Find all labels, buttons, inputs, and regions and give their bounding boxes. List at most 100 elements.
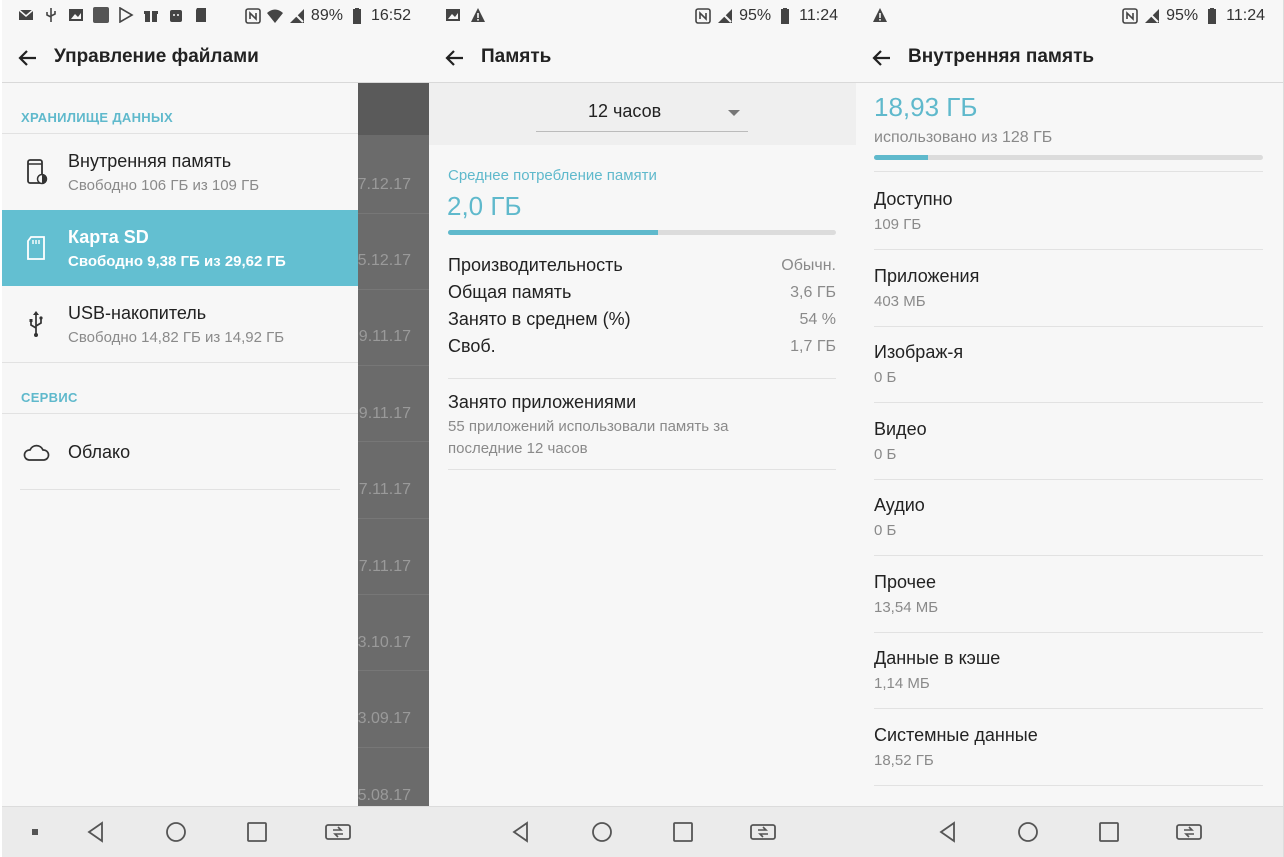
category-value: 403 МБ xyxy=(874,293,926,310)
period-dropdown[interactable]: 12 часов xyxy=(536,95,748,132)
home-nav-icon[interactable] xyxy=(590,820,614,844)
apps-usage-description: 55 приложений использовали память за пос… xyxy=(448,418,729,457)
drawer-item-internal-storage[interactable]: Внутренняя память Свободно 106 ГБ из 109… xyxy=(2,134,358,210)
storage-category-row[interactable]: Доступно 109 ГБ xyxy=(874,173,1263,250)
sd-card-icon xyxy=(27,236,45,260)
storage-usage-bar-fill xyxy=(874,155,929,160)
internal-storage-screen: 95% 11:24 Внутренняя память 18,93 ГБ исп… xyxy=(856,0,1284,857)
signal-off-icon xyxy=(718,9,733,23)
drawer-item-label: Карта SD xyxy=(68,227,149,247)
apps-usage-title: Занято приложениями xyxy=(448,392,637,412)
storage-category-row[interactable]: Приложения 403 МБ xyxy=(874,250,1263,327)
list-item-date: 9.11.17 xyxy=(358,328,411,345)
image-icon xyxy=(446,9,460,21)
category-label: Видео xyxy=(874,419,927,439)
navigation-bar xyxy=(2,806,429,857)
storage-category-row[interactable]: Изображ-я 0 Б xyxy=(874,326,1263,403)
dual-window-icon[interactable] xyxy=(325,820,351,844)
drawer-item-usb-storage[interactable]: USB-накопитель Свободно 14,82 ГБ из 14,9… xyxy=(2,286,358,362)
back-arrow-icon[interactable] xyxy=(870,46,894,70)
phone-storage-icon xyxy=(27,159,48,185)
divider xyxy=(20,489,340,490)
list-item-date: 5.08.17 xyxy=(357,787,411,804)
stat-label: Занято в среднем (%) xyxy=(448,309,631,329)
drawer-item-subtitle: Свободно 106 ГБ из 109 ГБ xyxy=(68,177,260,194)
app-bar: Внутренняя память xyxy=(856,34,1283,83)
battery-icon xyxy=(781,8,790,24)
clock: 11:24 xyxy=(799,7,838,24)
divider xyxy=(448,469,836,470)
page-title: Управление файлами xyxy=(54,46,259,67)
nfc-icon xyxy=(245,8,261,24)
dual-window-icon[interactable] xyxy=(1176,820,1202,844)
list-item-date: 7.11.17 xyxy=(358,558,411,575)
stat-row: Производительность Обычн. xyxy=(448,255,836,282)
clock: 11:24 xyxy=(1226,7,1265,24)
category-label: Прочее xyxy=(874,572,936,592)
stat-value: Обычн. xyxy=(781,257,836,274)
divider xyxy=(358,441,429,442)
recents-nav-icon[interactable] xyxy=(245,820,269,844)
warning-icon xyxy=(873,8,887,22)
average-usage-bar-fill xyxy=(448,230,658,235)
back-nav-icon[interactable] xyxy=(509,820,533,844)
page-title: Память xyxy=(481,46,552,67)
back-arrow-icon[interactable] xyxy=(16,46,40,70)
stat-value: 54 % xyxy=(799,311,836,328)
storage-category-row[interactable]: Видео 0 Б xyxy=(874,403,1263,480)
category-label: Изображ-я xyxy=(874,342,964,362)
dimmed-background[interactable]: 7.12.17 5.12.17 9.11.17 9.11.17 7.11.17 … xyxy=(358,83,429,806)
dimmed-header xyxy=(358,83,429,135)
used-storage-value: 18,93 ГБ xyxy=(874,92,978,122)
battery-icon xyxy=(352,8,361,24)
list-item-date: 7.12.17 xyxy=(357,176,411,193)
back-nav-icon[interactable] xyxy=(936,820,960,844)
stat-row: Своб. 1,7 ГБ xyxy=(448,336,836,363)
battery-icon xyxy=(1208,8,1217,24)
divider xyxy=(358,747,429,748)
back-nav-icon[interactable] xyxy=(84,820,108,844)
memory-screen: 95% 11:24 Память 12 часов Среднее потреб… xyxy=(429,0,856,857)
category-label: Системные данные xyxy=(874,725,1038,745)
category-label: Приложения xyxy=(874,266,980,286)
divider xyxy=(448,378,836,379)
nfc-icon xyxy=(695,8,711,24)
notification-dot-icon xyxy=(32,829,38,835)
usb-icon xyxy=(46,8,56,22)
category-value: 18,52 ГБ xyxy=(874,752,934,769)
storage-category-row[interactable]: Системные данные 18,52 ГБ xyxy=(874,709,1263,786)
app-bar: Управление файлами xyxy=(2,34,429,83)
storage-category-row[interactable]: Данные в кэше 1,14 МБ xyxy=(874,632,1263,709)
category-value: 13,54 МБ xyxy=(874,599,939,616)
mail-icon xyxy=(18,9,34,20)
category-label: Данные в кэше xyxy=(874,648,1001,668)
battery-percent: 95% xyxy=(1166,7,1199,24)
recents-nav-icon[interactable] xyxy=(671,820,695,844)
drawer-item-sd-card[interactable]: Карта SD Свободно 9,38 ГБ из 29,62 ГБ xyxy=(2,210,358,286)
navigation-bar xyxy=(429,806,856,857)
category-value: 1,14 МБ xyxy=(874,675,930,692)
category-label: Аудио xyxy=(874,495,925,515)
divider xyxy=(358,518,429,519)
list-item-date: 7.11.17 xyxy=(358,481,411,498)
cloud-icon xyxy=(23,444,50,461)
drawer-item-cloud[interactable]: Облако xyxy=(2,414,358,490)
home-nav-icon[interactable] xyxy=(1016,820,1040,844)
back-arrow-icon[interactable] xyxy=(443,46,467,70)
play-store-icon xyxy=(119,7,134,23)
list-item-date: 5.12.17 xyxy=(357,252,411,269)
recents-nav-icon[interactable] xyxy=(1097,820,1121,844)
signal-off-icon xyxy=(289,9,304,23)
dual-window-icon[interactable] xyxy=(750,820,776,844)
average-usage-bar xyxy=(448,230,836,235)
storage-category-row[interactable]: Аудио 0 Б xyxy=(874,479,1263,556)
drawer-item-label: Внутренняя память xyxy=(68,151,232,171)
status-bar: 95% 11:24 xyxy=(856,0,1283,34)
stat-row: Общая память 3,6 ГБ xyxy=(448,282,836,309)
home-nav-icon[interactable] xyxy=(164,820,188,844)
stat-row: Занято в среднем (%) 54 % xyxy=(448,309,836,336)
navigation-bar xyxy=(856,806,1283,857)
storage-usage-bar xyxy=(874,155,1263,160)
storage-category-row[interactable]: Прочее 13,54 МБ xyxy=(874,556,1263,633)
divider xyxy=(358,289,429,290)
